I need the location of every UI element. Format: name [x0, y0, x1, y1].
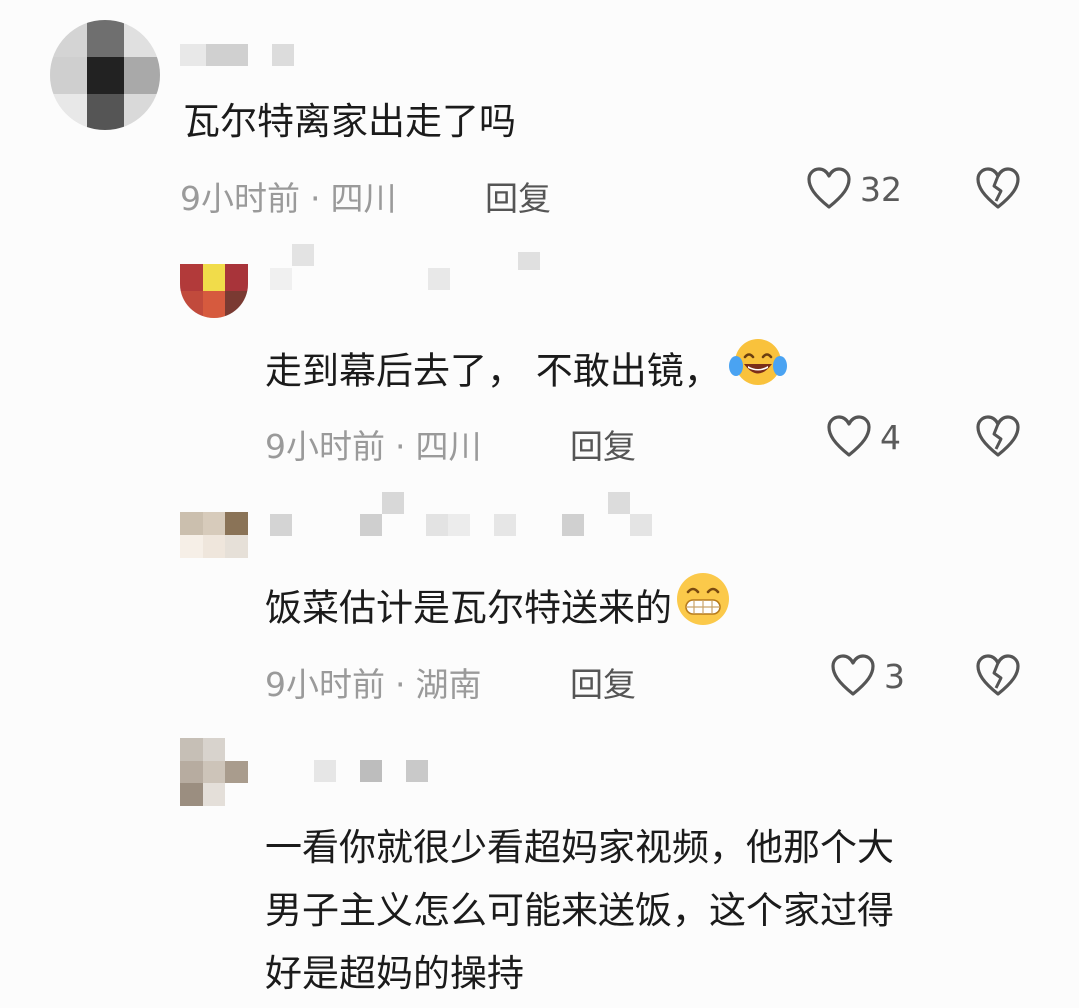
comment-text-content: 走到幕后去了， 不敢出镜， — [265, 349, 721, 393]
like-button[interactable]: 3 — [830, 654, 905, 698]
location: 四川 — [415, 427, 482, 466]
like-count: 4 — [880, 417, 901, 457]
broken-heart-icon — [975, 654, 1021, 702]
avatar[interactable] — [180, 264, 248, 318]
username-blurred[interactable] — [270, 244, 570, 304]
heart-outline-icon — [806, 167, 852, 211]
reply-button[interactable]: 回复 — [570, 658, 636, 706]
comment-2: 走到幕后去了， 不敢出镜， 9小时前 · 四川 回复 4 — [0, 240, 1079, 480]
laughing-tears-emoji — [727, 335, 789, 411]
comment-meta: 9小时前 · 四川 — [180, 172, 397, 220]
comment-meta: 9小时前 · 四川 — [265, 420, 482, 468]
dislike-button[interactable] — [975, 167, 1021, 215]
timestamp: 9小时前 — [180, 179, 300, 218]
comment-text: 走到幕后去了， 不敢出镜， — [265, 335, 789, 411]
avatar[interactable] — [180, 512, 248, 558]
comment-4: 一看你就很少看超妈家视频，他那个大 男子主义怎么可能来送饭，这个家过得 好是超妈… — [0, 730, 1079, 999]
comment-text-line-3: 好是超妈的操持 — [265, 952, 524, 995]
like-count: 3 — [884, 656, 905, 696]
like-count: 32 — [860, 169, 902, 209]
comment-text-content: 饭菜估计是瓦尔特送来的 — [265, 586, 672, 630]
username-blurred[interactable] — [180, 40, 300, 70]
meta-separator: · — [395, 665, 406, 704]
grinning-teeth-emoji — [674, 570, 732, 650]
username-blurred[interactable] — [310, 758, 450, 784]
reply-button[interactable]: 回复 — [570, 420, 636, 468]
dislike-button[interactable] — [975, 654, 1021, 702]
broken-heart-icon — [975, 167, 1021, 215]
location: 四川 — [330, 179, 397, 218]
comment-1: 瓦尔特离家出走了吗 9小时前 · 四川 回复 32 — [0, 0, 1079, 235]
comment-text-line-2: 男子主义怎么可能来送饭，这个家过得 — [265, 889, 894, 932]
like-button[interactable]: 32 — [806, 167, 902, 211]
avatar[interactable] — [50, 20, 160, 130]
like-button[interactable]: 4 — [826, 415, 901, 459]
meta-separator: · — [395, 427, 406, 466]
location: 湖南 — [415, 665, 482, 704]
avatar[interactable] — [180, 738, 248, 806]
comment-text: 瓦尔特离家出走了吗 — [183, 100, 516, 143]
timestamp: 9小时前 — [265, 665, 385, 704]
dislike-button[interactable] — [975, 415, 1021, 463]
meta-separator: · — [310, 179, 321, 218]
comment-text-line-1: 一看你就很少看超妈家视频，他那个大 — [265, 826, 894, 869]
comment-3: 饭菜估计是瓦尔特送来的 9小时前 · 湖南 回复 3 — [0, 488, 1079, 724]
heart-outline-icon — [830, 654, 876, 698]
heart-outline-icon — [826, 415, 872, 459]
comment-text: 饭菜估计是瓦尔特送来的 — [265, 570, 732, 650]
broken-heart-icon — [975, 415, 1021, 463]
comment-meta: 9小时前 · 湖南 — [265, 658, 482, 706]
timestamp: 9小时前 — [265, 427, 385, 466]
reply-button[interactable]: 回复 — [485, 172, 551, 220]
username-blurred[interactable] — [270, 488, 660, 558]
